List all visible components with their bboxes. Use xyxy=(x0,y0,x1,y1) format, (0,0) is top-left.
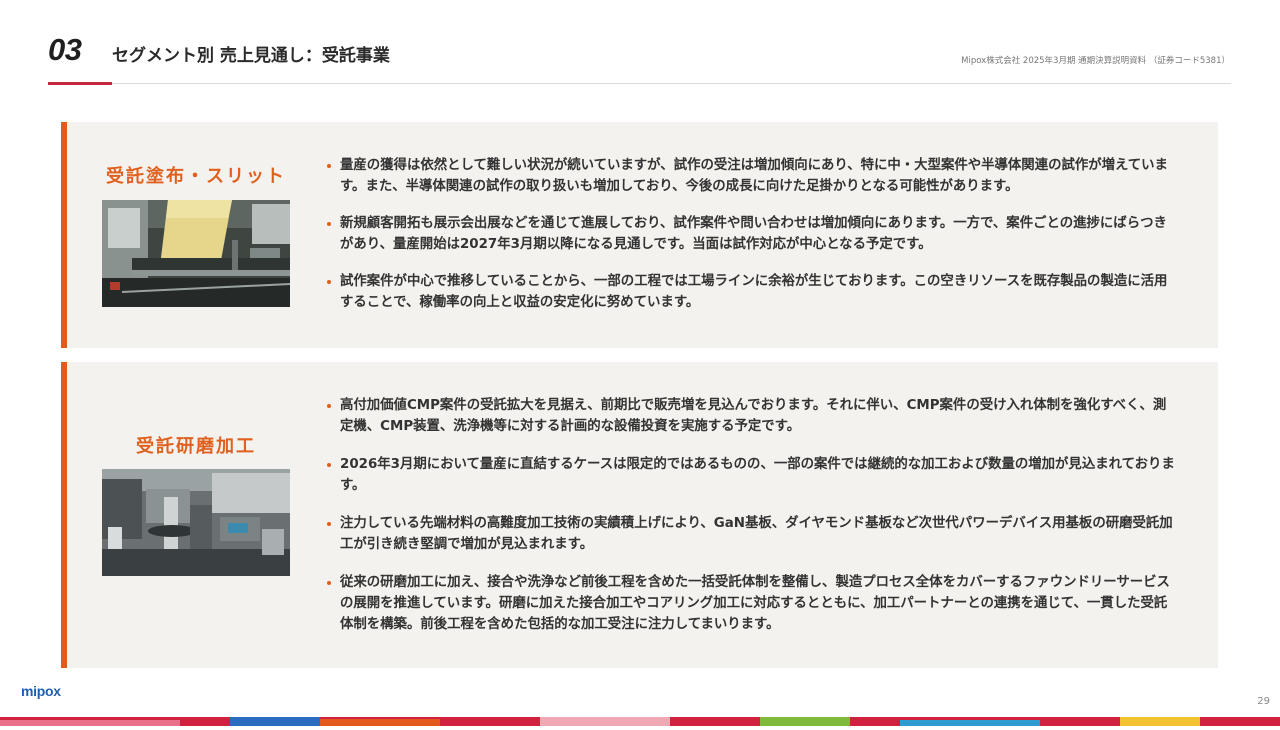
list-item: 高付加価値CMP案件の受託拡大を見据え、前期比で販売増を見込んでおります。それに… xyxy=(327,395,1177,437)
segment-panel-polishing: 受託研磨加工 高付加価値CMP案件の受託拡大を見据え、前期比で販売増を見込んでお… xyxy=(61,362,1218,668)
list-item: 従来の研磨加工に加え、接合や洗浄など前後工程を含めた一括受託体制を整備し、製造プ… xyxy=(327,572,1177,635)
section-number: 03 xyxy=(48,32,82,67)
polishing-machine-photo xyxy=(102,469,290,576)
segment-panel-coating-slitting: 受託塗布・スリット 量産の獲得は依然として難しい状況が続いていますが、試作の受注… xyxy=(61,122,1218,348)
list-item: 新規顧客開拓も展示会出展などを通じて進展しており、試作案件や問い合わせは増加傾向… xyxy=(327,213,1177,255)
list-item: 2026年3月期において量産に直結するケースは限定的ではあるものの、一部の案件で… xyxy=(327,454,1177,496)
bullet-list: 高付加価値CMP案件の受託拡大を見据え、前期比で販売増を見込んでおります。それに… xyxy=(327,395,1177,652)
header-divider-accent xyxy=(48,82,112,85)
panel-accent-bar xyxy=(61,362,67,668)
decorative-bottom-band xyxy=(0,711,1280,726)
segment-title: 受託研磨加工 xyxy=(136,436,256,457)
list-item: 量産の獲得は依然として難しい状況が続いていますが、試作の受注は増加傾向にあり、特… xyxy=(327,155,1177,197)
coating-machine-photo xyxy=(102,200,290,307)
panel-accent-bar xyxy=(61,122,67,348)
page-title: セグメント別 売上見通し：受託事業 xyxy=(112,46,390,66)
list-item: 注力している先端材料の高難度加工技術の実績積上げにより、GaN基板、ダイヤモンド… xyxy=(327,513,1177,555)
bullet-list: 量産の獲得は依然として難しい状況が続いていますが、試作の受注は増加傾向にあり、特… xyxy=(327,155,1177,329)
list-item: 試作案件が中心で推移していることから、一部の工程では工場ラインに余裕が生じており… xyxy=(327,271,1177,313)
mipox-logo: mipox xyxy=(21,683,61,699)
segment-title: 受託塗布・スリット xyxy=(106,166,286,187)
company-document-note: Mipox株式会社 2025年3月期 通期決算説明資料 （証券コード5381） xyxy=(961,56,1230,66)
page-number: 29 xyxy=(1257,696,1270,707)
page-header: 03 セグメント別 売上見通し：受託事業 Mipox株式会社 2025年3月期 … xyxy=(0,0,1280,90)
header-divider xyxy=(48,83,1231,84)
